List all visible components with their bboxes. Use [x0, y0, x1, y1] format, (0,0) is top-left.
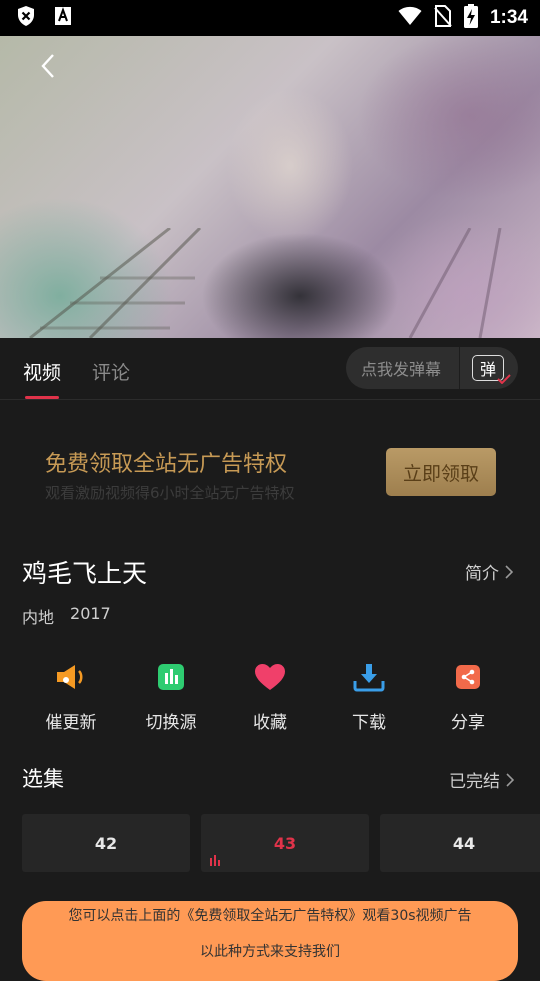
video-frame-art — [29, 228, 502, 338]
status-time: 1:34 — [489, 7, 528, 28]
status-bar: 1:34 — [0, 0, 540, 36]
episodes-title: 选集 — [22, 767, 64, 791]
notice-line-2: 以此种方式来支持我们 — [200, 944, 340, 960]
share-icon — [456, 665, 480, 689]
episodes-status: 已完结 — [449, 772, 500, 792]
tab-active-indicator — [25, 396, 59, 399]
battery-charging-icon — [463, 4, 478, 32]
switch-source-button[interactable]: 切换源 — [126, 660, 216, 733]
favorite-label: 收藏 — [253, 713, 287, 733]
no-sim-icon — [434, 5, 452, 31]
promo-subtitle: 观看激励视频得6小时全站无广告特权 — [45, 484, 295, 502]
promo-title: 免费领取全站无广告特权 — [45, 452, 288, 477]
back-button[interactable] — [34, 52, 62, 80]
source-switch-icon — [158, 664, 184, 690]
download-label: 下载 — [352, 713, 386, 733]
download-icon — [353, 664, 385, 692]
now-playing-icon — [210, 855, 220, 866]
episode-list: 42 43 44 — [22, 814, 540, 872]
danmu-input[interactable]: 点我发弹幕 — [346, 347, 460, 389]
chevron-right-icon — [505, 564, 513, 579]
font-a-icon — [54, 6, 72, 30]
megaphone-icon — [57, 665, 83, 689]
promo-banner: 免费领取全站无广告特权 观看激励视频得6小时全站无广告特权 立即领取 — [22, 424, 520, 524]
urge-update-button[interactable]: 催更新 — [26, 660, 116, 733]
switch-source-label: 切换源 — [145, 713, 197, 733]
favorite-button[interactable]: 收藏 — [225, 660, 315, 733]
intro-label: 简介 — [465, 564, 499, 584]
tab-comments[interactable]: 评论 — [92, 358, 130, 385]
share-label: 分享 — [451, 713, 485, 733]
episode-item[interactable]: 42 — [22, 814, 190, 872]
show-title: 鸡毛飞上天 — [22, 559, 148, 588]
episode-number: 42 — [94, 833, 118, 853]
show-meta: 内地 2017 — [22, 604, 111, 628]
chevron-right-icon — [506, 772, 514, 787]
claim-now-button[interactable]: 立即领取 — [386, 448, 496, 496]
episodes-status-link[interactable]: 已完结 — [449, 767, 514, 792]
show-region: 内地 — [22, 608, 55, 627]
danmu-bar: 点我发弹幕 弹 — [346, 347, 518, 389]
action-row: 催更新 切换源 收藏 下载 分享 — [0, 660, 540, 740]
intro-link[interactable]: 简介 — [465, 559, 513, 584]
danmu-toggle-label: 弹 — [479, 360, 496, 379]
chevron-left-icon — [41, 54, 54, 78]
episode-number: 43 — [273, 833, 297, 853]
episode-number: 44 — [452, 833, 476, 853]
wifi-icon — [398, 6, 422, 30]
share-button[interactable]: 分享 — [423, 660, 513, 733]
urge-update-label: 催更新 — [45, 713, 97, 733]
support-notice: 您可以点击上面的《免费领取全站无广告特权》观看30s视频广告 以此种方式来支持我… — [22, 901, 518, 981]
download-button[interactable]: 下载 — [324, 660, 414, 733]
notice-line-1: 您可以点击上面的《免费领取全站无广告特权》观看30s视频广告 — [68, 908, 472, 924]
show-year: 2017 — [70, 604, 111, 623]
heart-icon — [255, 664, 285, 690]
danmu-toggle-button[interactable]: 弹 — [472, 355, 511, 384]
check-icon — [497, 374, 511, 384]
shield-x-icon — [16, 5, 36, 31]
episode-item[interactable]: 44 — [380, 814, 540, 872]
video-player[interactable] — [0, 36, 540, 338]
tab-video[interactable]: 视频 — [23, 358, 61, 385]
episode-item-active[interactable]: 43 — [201, 814, 369, 872]
